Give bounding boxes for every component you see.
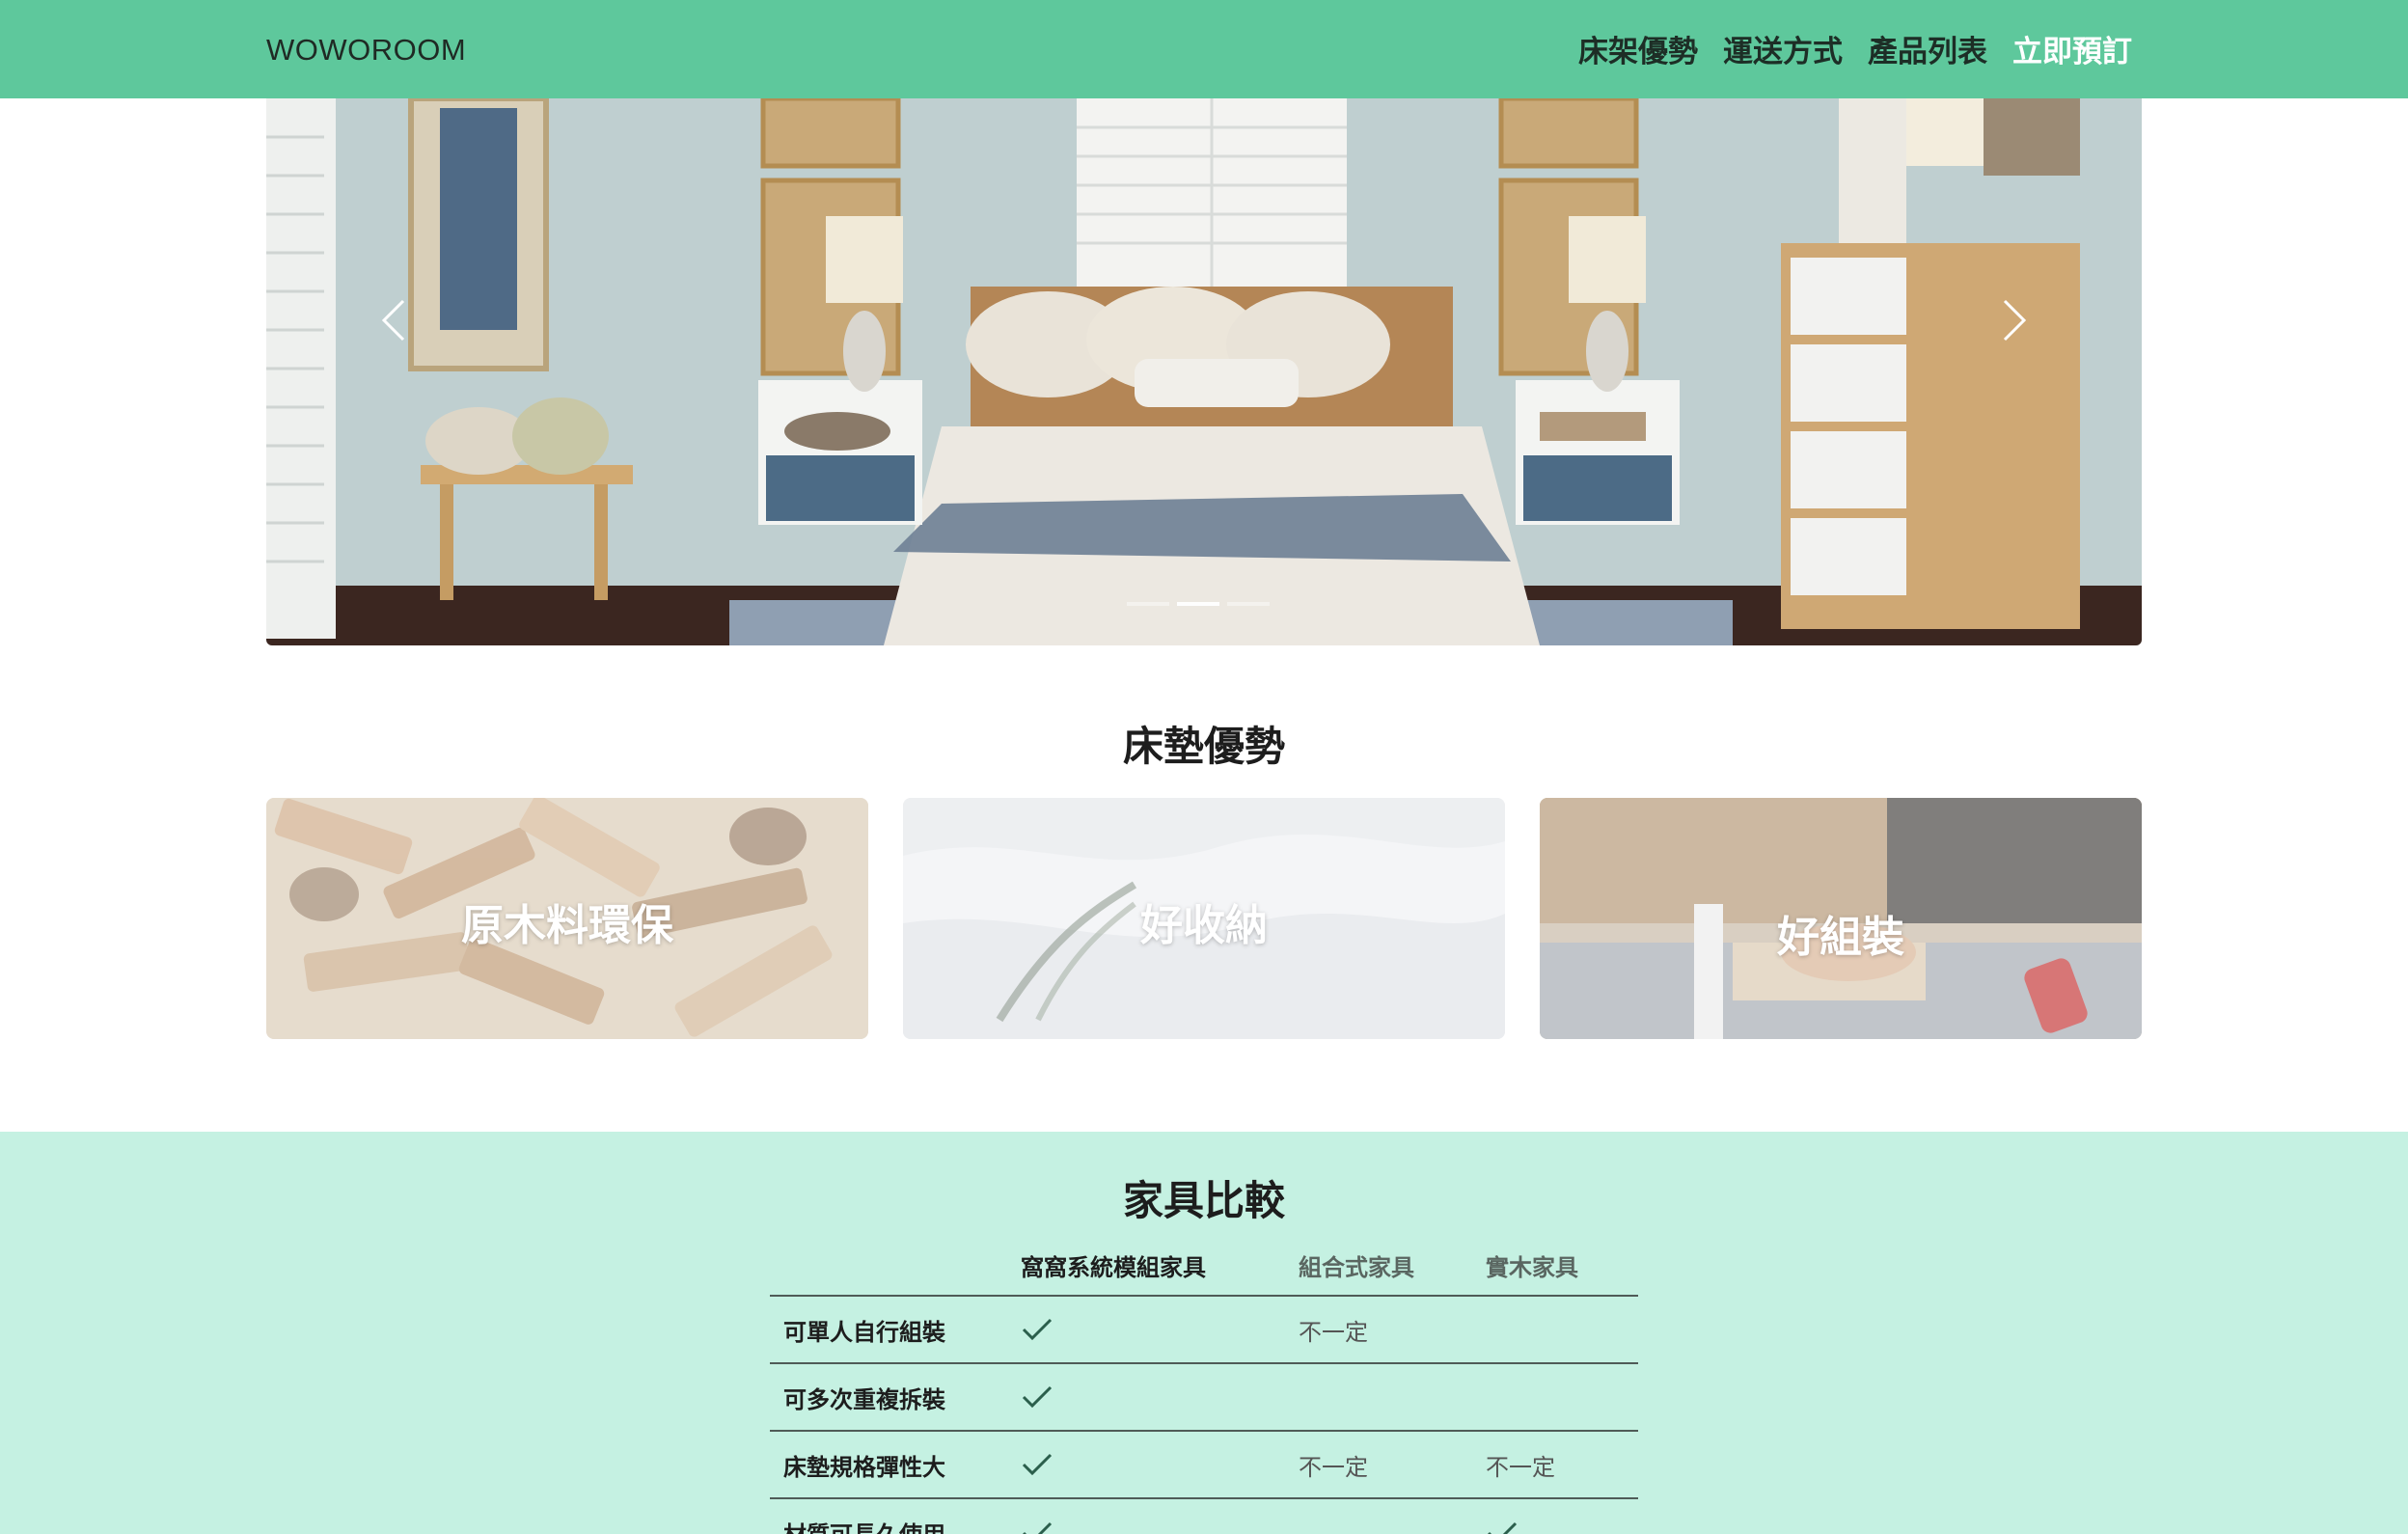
advantage-card-eco-wood[interactable]: 原木料環保 [266, 798, 868, 1039]
carousel-prev-arrow[interactable] [367, 289, 424, 351]
table-cell-check [1021, 1362, 1299, 1431]
table-cell [1299, 1497, 1486, 1534]
table-cell [1486, 1295, 1638, 1363]
table-cell: 不一定 [1299, 1430, 1486, 1498]
nav-bed-frame-advantages[interactable]: 床架優勢 [1578, 27, 1698, 70]
table-row-label: 可多次重複拆裝 [770, 1362, 1021, 1431]
carousel-indicator-2[interactable] [1177, 602, 1219, 606]
advantage-card-label: 好收納 [1140, 901, 1268, 950]
advantage-card-label: 好組裝 [1777, 913, 1904, 962]
table-header-row: 窩窩系統模組家具 組合式家具 實木家具 [770, 1236, 1638, 1296]
carousel-indicators [1127, 602, 1270, 606]
check-icon [1022, 1521, 1053, 1534]
nav-shipping[interactable]: 運送方式 [1723, 27, 1843, 70]
table-header-solid-wood: 實木家具 [1486, 1254, 1578, 1281]
table-cell [1486, 1362, 1638, 1431]
check-icon [1022, 1318, 1053, 1341]
chevron-right-icon [2003, 299, 2027, 342]
table-header-modular: 窩窩系統模組家具 [1021, 1254, 1206, 1281]
table-row: 材質可長久使用 [770, 1497, 1638, 1534]
table-cell-check [1021, 1497, 1299, 1534]
table-cell-check [1021, 1430, 1299, 1498]
carousel-indicator-3[interactable] [1227, 602, 1270, 606]
comparison-table: 窩窩系統模組家具 組合式家具 實木家具 可單人自行組裝 不一定 可多次重複拆裝 床墊規… [770, 1236, 1638, 1534]
comparison-title: 家具比較 [1122, 1177, 1285, 1224]
table-cell: 不一定 [1299, 1295, 1486, 1363]
nav-product-list[interactable]: 產品列表 [1868, 27, 1987, 70]
advantage-card-storage[interactable]: 好收納 [903, 798, 1505, 1039]
check-icon [1022, 1453, 1053, 1476]
table-row: 可單人自行組裝 不一定 [770, 1295, 1638, 1363]
advantage-card-assembly[interactable]: 好組裝 [1540, 798, 2142, 1039]
check-icon [1022, 1385, 1053, 1409]
table-row: 可多次重複拆裝 [770, 1362, 1638, 1431]
table-cell-check [1486, 1497, 1638, 1534]
table-row-label: 材質可長久使用 [770, 1497, 1021, 1534]
table-row-label: 可單人自行組裝 [770, 1295, 1021, 1363]
table-cell [1299, 1362, 1486, 1431]
table-header-blank [770, 1236, 1021, 1296]
advantage-card-label: 原木料環保 [461, 901, 673, 950]
check-icon [1487, 1521, 1518, 1534]
table-row: 床墊規格彈性大 不一定 不一定 [770, 1430, 1638, 1498]
comparison-section: 家具比較 窩窩系統模組家具 組合式家具 實木家具 可單人自行組裝 不一定 可多次重複… [0, 1132, 2408, 1534]
carousel-next-arrow[interactable] [1984, 289, 2041, 351]
table-row-label: 床墊規格彈性大 [770, 1430, 1021, 1498]
brand-logo[interactable]: WOWOROOM [266, 33, 466, 68]
advantages-title: 床墊優勢 [1122, 723, 1285, 770]
chevron-left-icon [381, 299, 405, 342]
table-cell: 不一定 [1486, 1430, 1638, 1498]
carousel-indicator-1[interactable] [1127, 602, 1169, 606]
bedroom-photo [266, 98, 2142, 645]
main-nav: 床架優勢 運送方式 產品列表 立即預訂 [1578, 27, 2132, 70]
table-cell-check [1021, 1295, 1299, 1363]
table-header-assembled: 組合式家具 [1299, 1254, 1414, 1281]
top-navbar: WOWOROOM 床架優勢 運送方式 產品列表 立即預訂 [0, 0, 2408, 98]
nav-book-now[interactable]: 立即預訂 [2012, 27, 2132, 70]
hero-carousel [266, 98, 2142, 645]
